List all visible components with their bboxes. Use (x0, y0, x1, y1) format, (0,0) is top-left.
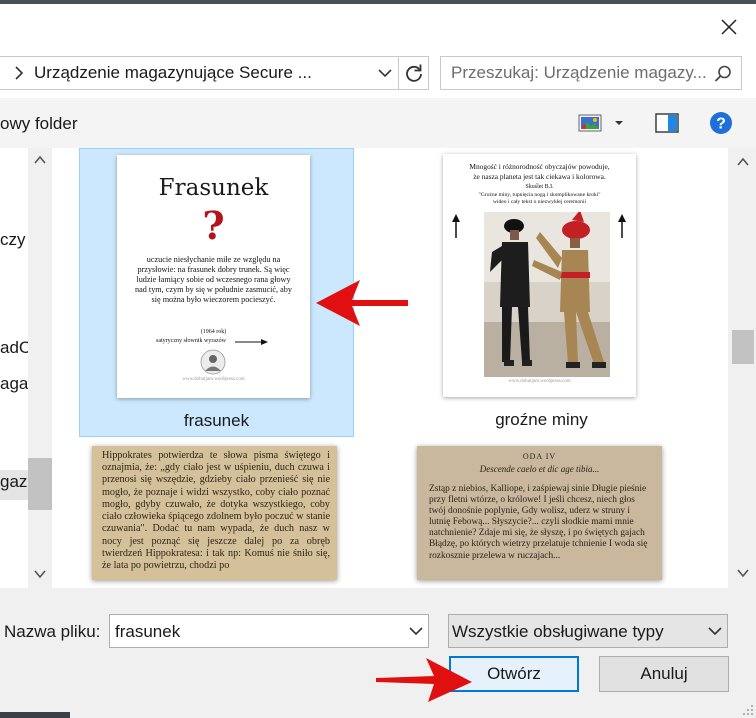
file-list-scrollbar-thumb[interactable] (732, 330, 754, 364)
thumbnail-line: Mnogość i różnorodność obyczajów powoduj… (469, 162, 610, 171)
filetype-value[interactable]: Wszystkie obsługiwane typy (452, 622, 664, 642)
nav-scrollbar[interactable] (28, 148, 52, 588)
annotation-arrow-icon (376, 658, 472, 702)
arrow-up-icon (452, 214, 460, 238)
author-avatar-icon (200, 349, 226, 375)
thumbnail-url: www.dobutjam.wordpress.com (182, 377, 245, 382)
ceremony-photo (484, 212, 610, 377)
file-tile[interactable]: Hippokrates potwierdza te słowa pisma św… (79, 444, 354, 588)
file-thumbnail: ODA IV Descende caelo et dic age tibia..… (417, 446, 662, 580)
thumbnail-body: uczucie niesłychanie miłe ze względu na … (135, 255, 292, 304)
file-tile[interactable]: ODA IV Descende caelo et dic age tibia..… (404, 444, 679, 588)
view-dropdown-icon[interactable] (613, 119, 625, 127)
scan-subheading: Descende caelo et dic age tibia... (479, 464, 600, 474)
chevron-down-icon[interactable] (408, 626, 424, 636)
scroll-up-icon[interactable] (736, 156, 750, 168)
question-mark-icon: ? (202, 203, 225, 248)
scanned-text: Zstąp z niebios, Kalliope, i zaśpiewaj s… (429, 484, 648, 561)
nav-item[interactable]: adC (0, 338, 28, 358)
cancel-button[interactable]: Anuluj (599, 656, 729, 692)
thumbnail-url: www.dobutjam.wordpress.com (508, 379, 571, 384)
scroll-down-icon[interactable] (736, 567, 750, 579)
nav-scrollbar-thumb[interactable] (28, 458, 52, 510)
nav-item-selected[interactable]: gaz (0, 470, 28, 500)
thumbnail-line: wideo i cały tekst o niezwykłej ceremoni… (492, 199, 587, 205)
thumbnail-line: "Groźne miny, tupnięcia nogą i skompliko… (478, 192, 601, 198)
close-icon (721, 19, 737, 35)
toolbar (0, 98, 756, 148)
refresh-icon (405, 64, 422, 82)
address-path[interactable]: Urządzenie magazynujące Secure ... (34, 63, 312, 83)
file-thumbnail: Frasunek ? uczucie niesłychanie miłe ze … (117, 155, 310, 398)
new-folder-button[interactable]: owy folder (0, 114, 77, 134)
scan-heading: ODA IV (522, 452, 557, 461)
svg-text:?: ? (716, 116, 726, 133)
file-thumbnail: Mnogość i różnorodność obyczajów powoduj… (443, 154, 636, 397)
taskbar-edge (0, 712, 70, 718)
file-list-scrollbar[interactable] (728, 148, 756, 588)
preview-pane-icon[interactable] (655, 112, 679, 134)
file-name[interactable]: frasunek (80, 411, 353, 431)
annotation-arrow-icon (316, 280, 408, 326)
resize-grip-icon[interactable] (742, 704, 754, 716)
file-name[interactable]: groźne miny (404, 410, 679, 430)
file-tile-grozne-miny[interactable]: Mnogość i różnorodność obyczajów powoduj… (404, 148, 679, 437)
nav-item[interactable]: czy (0, 230, 28, 250)
thumbnail-source: satyryczny słownik wyrazów (156, 338, 226, 344)
file-tile-frasunek[interactable]: Frasunek ? uczucie niesłychanie miłe ze … (79, 148, 354, 437)
thumbnail-line: że nasza planeta jest tak ciekawa i kolo… (473, 172, 606, 181)
arrow-right-icon (235, 339, 268, 345)
file-thumbnail: Hippokrates potwierdza te słowa pisma św… (92, 446, 337, 580)
scroll-up-icon[interactable] (33, 154, 47, 166)
arrow-up-icon (618, 214, 626, 238)
scanned-text: Hippokrates potwierdza te słowa pisma św… (102, 450, 330, 572)
chevron-down-icon[interactable] (707, 626, 723, 636)
thumbnail-year: (1964 rok) (200, 329, 227, 335)
address-dropdown-icon[interactable] (376, 66, 394, 80)
breadcrumb-chevron-icon[interactable] (12, 64, 26, 82)
thumbnail-line: Skuślet B.I. (525, 184, 554, 190)
filename-label: Nazwa pliku: (4, 622, 101, 641)
window-top-border (0, 0, 756, 4)
search-icon[interactable] (713, 64, 733, 84)
filename-value[interactable]: frasunek (115, 622, 180, 642)
file-list: Frasunek ? uczucie niesłychanie miłe ze … (52, 148, 728, 588)
help-icon[interactable]: ? (709, 111, 733, 135)
refresh-button[interactable] (399, 56, 429, 90)
thumbnail-title: Frasunek (158, 175, 269, 201)
nav-item[interactable]: aga (0, 374, 28, 394)
search-placeholder[interactable]: Przeszukaj: Urządzenie magazy... (451, 63, 707, 83)
scroll-down-icon[interactable] (33, 568, 47, 580)
close-button[interactable] (706, 8, 752, 46)
image-view-icon[interactable] (578, 113, 602, 133)
